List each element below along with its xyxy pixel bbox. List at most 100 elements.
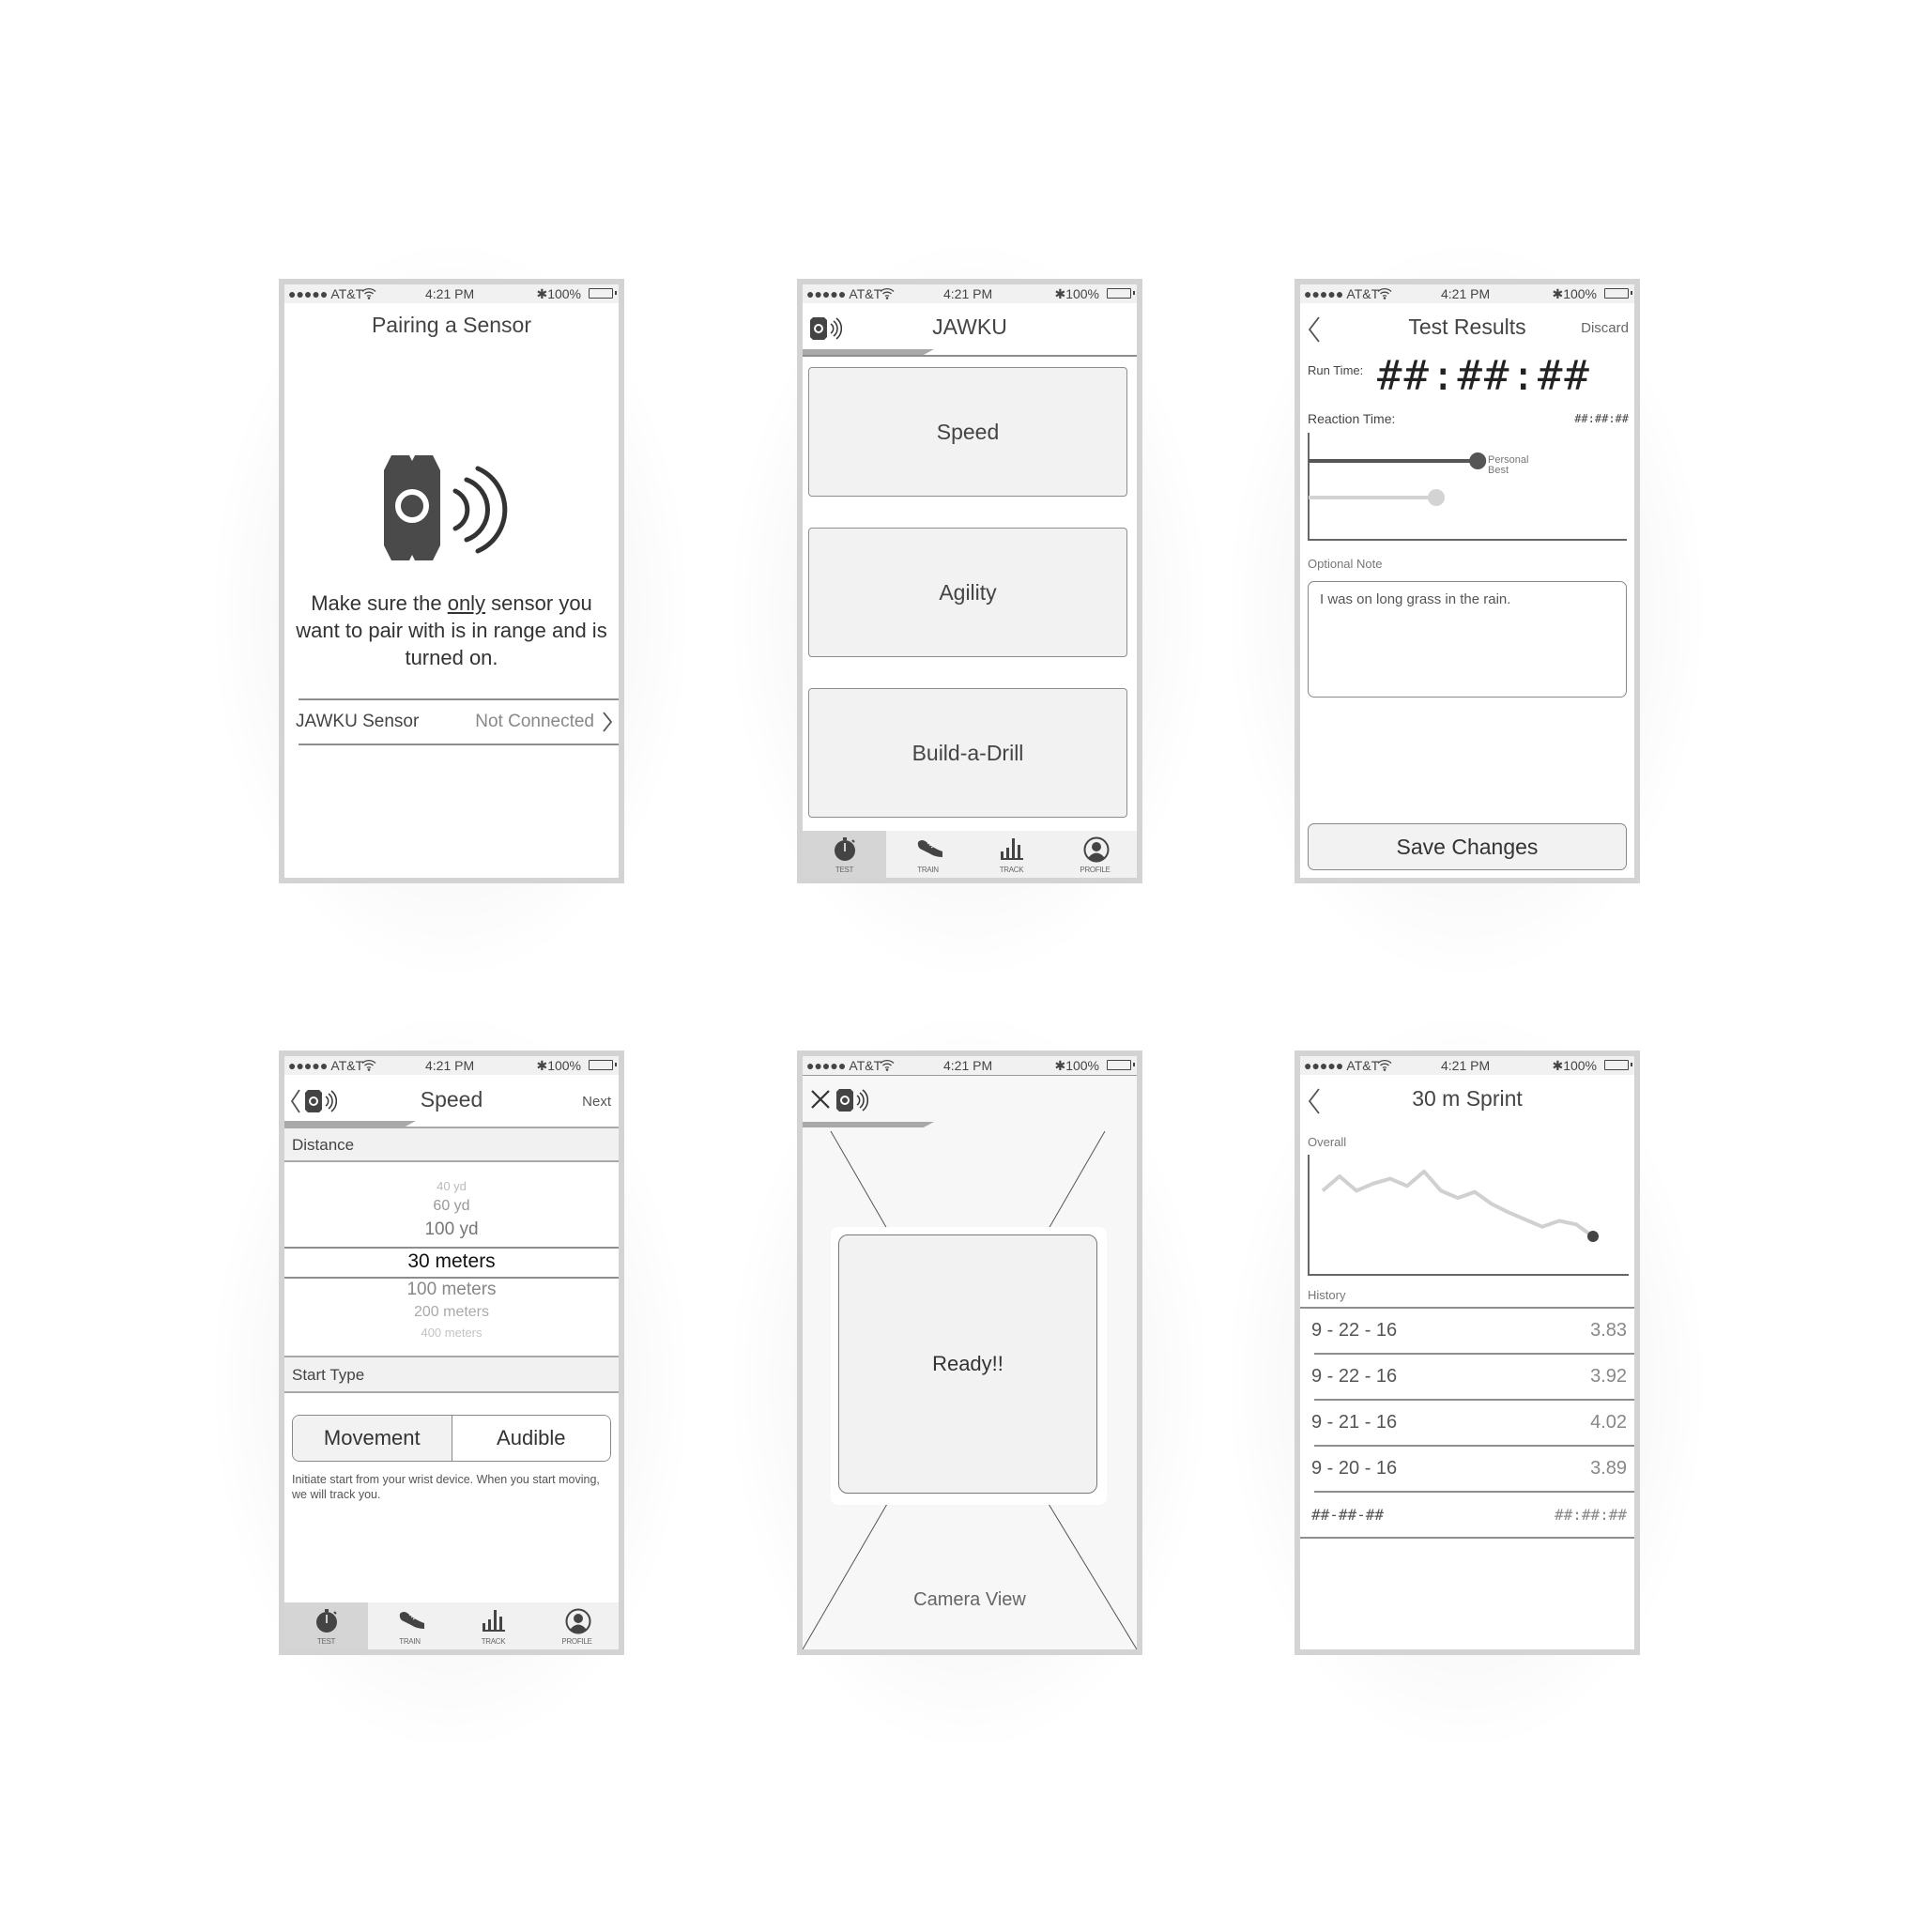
history-date: 9 - 21 - 16 (1311, 1412, 1398, 1433)
battery-percent: ✱100% (1552, 286, 1597, 302)
page-title: 30 m Sprint (1412, 1086, 1523, 1111)
sensor-status-icon (836, 1089, 868, 1112)
phone-sprint-screen: ●●●●● AT&T 4:21 PM ✱100% 30 m Sprint Ove… (1295, 1050, 1640, 1655)
history-date: ##-##-## (1311, 1506, 1385, 1524)
status-bar: ●●●●● AT&T 4:21 PM ✱100% (803, 284, 1137, 303)
stopwatch-icon (835, 837, 855, 861)
battery-value: 100% (547, 286, 581, 301)
next-button[interactable]: Next (582, 1094, 611, 1110)
picker-option[interactable]: 40 yd (284, 1179, 619, 1193)
segment-movement[interactable]: Movement (293, 1416, 452, 1461)
sensor-broadcast-icon (384, 455, 508, 560)
history-time: 4.02 (1590, 1412, 1627, 1433)
tab-label: PROFILE (1080, 866, 1111, 874)
picker-option[interactable]: 60 yd (284, 1198, 619, 1215)
history-row[interactable]: 9 - 20 - 16 3.89 (1300, 1447, 1634, 1491)
overall-label: Overall (1308, 1135, 1347, 1149)
distance-picker[interactable]: 40 yd 60 yd 100 yd 30 meters 100 meters … (284, 1162, 619, 1356)
history-date: 9 - 22 - 16 (1311, 1320, 1398, 1341)
phone-speed-screen: ●●●●● AT&T 4:21 PM ✱100% Speed Next Dist… (279, 1050, 624, 1655)
battery-icon (1604, 288, 1632, 299)
battery-value: 100% (1563, 1058, 1597, 1073)
history-label: History (1308, 1288, 1346, 1302)
bluetooth-icon: ✱ (1552, 286, 1564, 301)
battery-percent: ✱100% (1552, 1058, 1597, 1074)
progress-indicator (803, 1122, 934, 1127)
tab-track[interactable]: TRACK (970, 831, 1053, 878)
status-bar: ●●●●● AT&T 4:21 PM ✱100% (1300, 1056, 1634, 1075)
bluetooth-icon: ✱ (1054, 286, 1066, 301)
history-time: 3.89 (1590, 1458, 1627, 1479)
divider (803, 355, 1137, 357)
tab-test[interactable]: TEST (284, 1602, 368, 1649)
picker-option[interactable]: 100 yd (284, 1219, 619, 1240)
picker-selection-bottom (284, 1277, 619, 1279)
tab-bar: TEST TRAIN TRACK PROFILE (284, 1602, 619, 1649)
history-row[interactable]: 9 - 21 - 16 4.02 (1300, 1401, 1634, 1445)
clock: 4:21 PM (425, 1058, 475, 1073)
picker-option[interactable]: 100 meters (284, 1280, 619, 1300)
profile-icon (1083, 836, 1110, 863)
start-type-description: Initiate start from your wrist device. W… (292, 1473, 600, 1501)
battery-icon (1107, 288, 1135, 299)
perspective-line (1048, 1503, 1137, 1649)
ready-status-box: Ready!! (838, 1234, 1097, 1494)
history-time: 3.92 (1590, 1366, 1627, 1387)
tab-profile[interactable]: PROFILE (535, 1602, 619, 1649)
tab-train[interactable]: TRAIN (886, 831, 970, 878)
instruction-text: Make sure the (311, 591, 448, 615)
tab-label: TRACK (999, 866, 1024, 874)
picker-option-selected[interactable]: 30 meters (284, 1250, 619, 1273)
sensor-row[interactable]: JAWKU Sensor Not Connected (284, 700, 619, 744)
segment-audible[interactable]: Audible (452, 1416, 610, 1461)
battery-percent: ✱100% (1054, 286, 1099, 302)
history-row[interactable]: ##-##-## ##:##:## (1300, 1493, 1634, 1537)
history-time: ##:##:## (1554, 1506, 1627, 1524)
tab-track[interactable]: TRACK (452, 1602, 535, 1649)
optional-note-input[interactable]: I was on long grass in the rain. (1308, 581, 1627, 698)
start-type-section-header: Start Type (284, 1356, 619, 1393)
reaction-time-value: ##:##:## (1574, 412, 1629, 425)
build-a-drill-button[interactable]: Build-a-Drill (808, 688, 1127, 818)
agility-button[interactable]: Agility (808, 528, 1127, 657)
discard-button[interactable]: Discard (1581, 320, 1629, 336)
sensor-name: JAWKU Sensor (296, 712, 420, 731)
shoe-icon (399, 1612, 424, 1629)
tab-profile[interactable]: PROFILE (1053, 831, 1137, 878)
battery-icon (589, 288, 617, 299)
pairing-instructions: Make sure the only sensor you want to pa… (294, 590, 609, 671)
battery-percent: ✱100% (536, 1058, 581, 1074)
clock: 4:21 PM (425, 286, 475, 301)
history-time: 3.83 (1590, 1320, 1627, 1341)
battery-icon (1604, 1060, 1632, 1070)
phone-results-screen: ●●●●● AT&T 4:21 PM ✱100% Test Results Di… (1295, 279, 1640, 883)
page-title: JAWKU (932, 314, 1007, 339)
personal-best-marker (1469, 452, 1487, 469)
perspective-line (830, 1130, 888, 1230)
wifi-icon (1377, 287, 1392, 299)
tab-label: PROFILE (561, 1637, 592, 1646)
page-title: Speed (420, 1087, 483, 1112)
save-changes-button[interactable]: Save Changes (1308, 823, 1627, 870)
tab-train[interactable]: TRAIN (368, 1602, 452, 1649)
tab-test[interactable]: TEST (803, 831, 886, 878)
close-icon[interactable] (810, 1089, 831, 1110)
tab-label: TRACK (481, 1637, 506, 1646)
run-time-label: Run Time: (1308, 363, 1364, 377)
picker-selection-top (284, 1247, 619, 1249)
carrier: ●●●●● AT&T (288, 1058, 364, 1073)
status-bar: ●●●●● AT&T 4:21 PM ✱100% (1300, 284, 1634, 303)
carrier: ●●●●● AT&T (806, 286, 882, 301)
wifi-icon (1377, 1059, 1392, 1071)
wifi-icon (361, 1059, 376, 1071)
picker-option[interactable]: 400 meters (284, 1326, 619, 1340)
history-row[interactable]: 9 - 22 - 16 3.92 (1300, 1355, 1634, 1399)
chevron-right-icon (603, 712, 613, 732)
personal-best-label: Personal Best (1488, 454, 1529, 476)
speed-button[interactable]: Speed (808, 367, 1127, 497)
profile-icon (565, 1608, 591, 1634)
history-date: 9 - 22 - 16 (1311, 1366, 1398, 1387)
picker-option[interactable]: 200 meters (284, 1304, 619, 1321)
history-row[interactable]: 9 - 22 - 16 3.83 (1300, 1309, 1634, 1353)
bluetooth-icon: ✱ (1552, 1058, 1564, 1073)
